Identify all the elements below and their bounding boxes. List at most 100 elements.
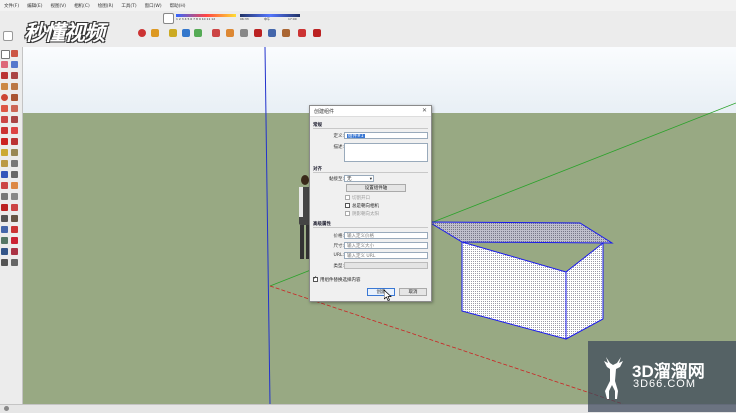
section-tool-icon[interactable]: [11, 226, 18, 233]
section-plane-icon[interactable]: [298, 29, 306, 37]
zoom-tool-icon[interactable]: [1, 193, 8, 200]
menu-edit[interactable]: 编辑(E): [23, 3, 46, 9]
close-icon[interactable]: ✕: [422, 107, 427, 114]
zoom-icon[interactable]: [240, 29, 248, 37]
box-top-face: [427, 221, 614, 244]
mouse-cursor-icon: [384, 290, 392, 301]
menu-help[interactable]: 帮助(H): [166, 3, 190, 9]
sandbox-icon[interactable]: [1, 237, 8, 244]
always-face-camera-label: 总是朝向相机: [352, 204, 379, 209]
warehouse-icon[interactable]: [313, 29, 321, 37]
main-toolbar: 1 2 3 4 5 6 7 8 9 10 11 12 06:33 中午 17:0…: [0, 11, 736, 48]
photo-icon[interactable]: [11, 259, 18, 266]
shadows-face-sun-checkbox[interactable]: [345, 211, 350, 216]
rotated-rect-icon[interactable]: [11, 83, 18, 90]
shadow-toggle-icon[interactable]: [163, 13, 174, 24]
zoom-extents-tool-icon[interactable]: [1, 204, 8, 211]
key-icon[interactable]: [169, 29, 177, 37]
set-component-axes-button[interactable]: 设置组件轴: [346, 184, 406, 192]
walk-icon[interactable]: [268, 29, 276, 37]
size-input[interactable]: 输入定义大小: [344, 242, 428, 249]
info-icon[interactable]: [4, 406, 9, 411]
name-input[interactable]: 组件#1: [344, 132, 428, 139]
cancel-button[interactable]: 取消: [399, 288, 427, 296]
url-label: URL:: [333, 253, 344, 258]
text-tool-icon[interactable]: [11, 160, 18, 167]
paint-icon[interactable]: [11, 61, 18, 68]
arc-tool-icon[interactable]: [1, 105, 8, 112]
follow-me-icon[interactable]: [11, 138, 18, 145]
select-arrow-icon[interactable]: [3, 31, 13, 41]
time-mid-label: 中午: [264, 17, 271, 21]
type-label: 类型:: [333, 264, 344, 269]
check-icon: ✓: [313, 275, 318, 281]
time-start-label: 06:33: [240, 17, 249, 21]
blue-axis: [264, 47, 271, 404]
freehand-tool-icon[interactable]: [11, 72, 18, 79]
protractor-icon[interactable]: [1, 160, 8, 167]
ruby-icon[interactable]: [11, 237, 18, 244]
divider: [313, 172, 428, 173]
tape-icon[interactable]: [151, 29, 159, 37]
make-component-icon[interactable]: [11, 50, 18, 57]
move-tool-icon[interactable]: [1, 127, 8, 134]
divider: [313, 227, 428, 228]
paint-bucket-icon[interactable]: [182, 29, 190, 37]
orbit-icon[interactable]: [212, 29, 220, 37]
3d-text-icon[interactable]: [11, 171, 18, 178]
pan-tool-icon[interactable]: [11, 182, 18, 189]
dialog-title: 创建组件: [314, 109, 335, 115]
description-label: 描述:: [333, 145, 344, 150]
glue-to-select[interactable]: 无 ▾: [344, 175, 374, 182]
menu-camera[interactable]: 相机(C): [70, 3, 94, 9]
pie-tool-icon[interactable]: [11, 105, 18, 112]
description-textarea[interactable]: [344, 143, 428, 162]
refresh-icon[interactable]: [138, 29, 146, 37]
extension-icon[interactable]: [11, 248, 18, 255]
eraser-icon[interactable]: [1, 61, 8, 68]
dialog-titlebar[interactable]: 创建组件 ✕: [310, 106, 431, 117]
always-face-camera-checkbox[interactable]: [345, 203, 350, 208]
url-input[interactable]: 输入定义 URL: [344, 252, 428, 259]
price-input[interactable]: 输入定义价格: [344, 232, 428, 239]
line-tool-icon[interactable]: [1, 72, 8, 79]
scale-tool-icon[interactable]: [1, 138, 8, 145]
axes-tool-icon[interactable]: [1, 171, 8, 178]
replace-selection-label: 用组件替换选择内容: [320, 278, 361, 283]
select-tool-icon[interactable]: [1, 50, 10, 59]
component-icon[interactable]: [194, 29, 202, 37]
dimension-icon[interactable]: [11, 149, 18, 156]
orbit-tool-icon[interactable]: [1, 182, 8, 189]
menu-window[interactable]: 窗口(W): [141, 3, 166, 9]
push-pull-icon[interactable]: [1, 116, 8, 123]
menu-file[interactable]: 文件(F): [0, 3, 23, 9]
zoom-window-icon[interactable]: [11, 193, 18, 200]
rectangle-tool-icon[interactable]: [1, 83, 8, 90]
glue-to-value: 无: [347, 177, 352, 182]
left-tool-palette: [0, 47, 23, 404]
circle-tool-icon[interactable]: [1, 94, 8, 101]
menu-draw[interactable]: 绘图(R): [94, 3, 118, 9]
rotate-tool-icon[interactable]: [11, 127, 18, 134]
chevron-down-icon: ▾: [369, 177, 372, 182]
pan-icon[interactable]: [226, 29, 234, 37]
cut-opening-checkbox[interactable]: [345, 195, 350, 200]
plugin-icon[interactable]: [1, 248, 8, 255]
previous-view-icon[interactable]: [11, 204, 18, 211]
menu-tools[interactable]: 工具(T): [117, 3, 140, 9]
box-side-face: [565, 241, 604, 340]
menu-view[interactable]: 视图(V): [46, 3, 70, 9]
size-label: 尺寸:: [333, 244, 344, 249]
look-around-icon[interactable]: [282, 29, 290, 37]
walk-tool-icon[interactable]: [1, 226, 8, 233]
glue-to-label: 黏接至:: [328, 177, 344, 182]
offset-icon[interactable]: [11, 116, 18, 123]
watermark-site: 3D66.COM: [633, 378, 697, 390]
zoom-extents-icon[interactable]: [254, 29, 262, 37]
look-around-tool-icon[interactable]: [11, 215, 18, 222]
tape-measure-icon[interactable]: [1, 149, 8, 156]
type-input[interactable]: [344, 262, 428, 269]
polygon-tool-icon[interactable]: [11, 94, 18, 101]
position-camera-icon[interactable]: [1, 215, 8, 222]
pin-icon[interactable]: [1, 259, 8, 266]
